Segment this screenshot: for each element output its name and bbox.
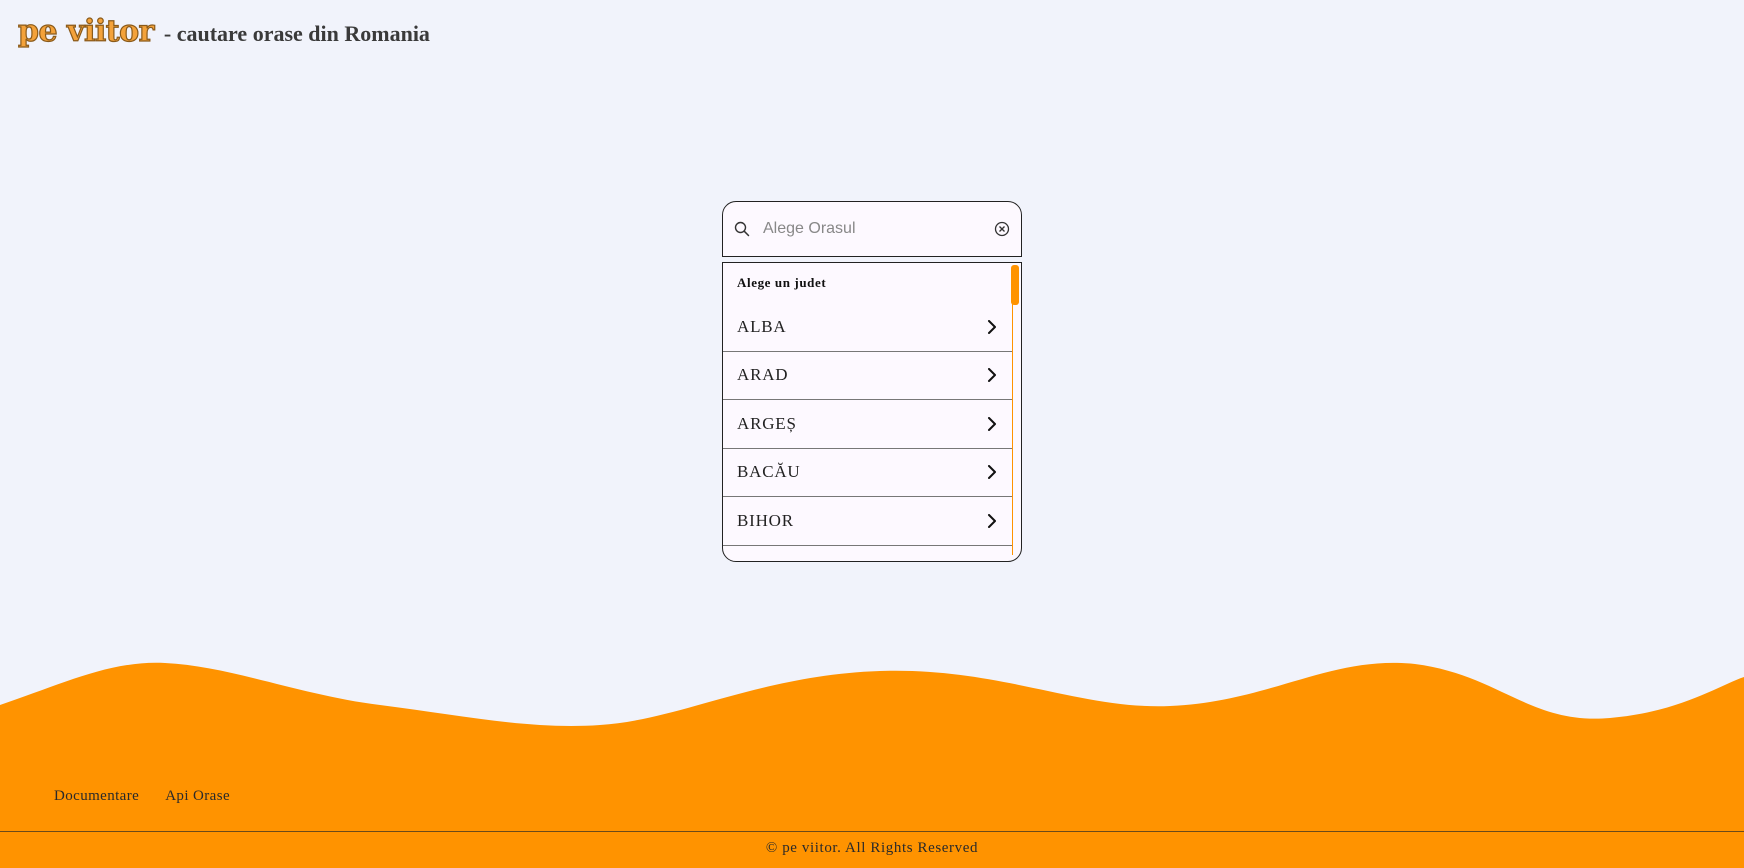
chevron-right-icon: [985, 319, 999, 334]
county-label: ALBA: [737, 316, 787, 336]
county-item-arad[interactable]: ARAD: [723, 352, 1013, 400]
footer-link-api-orase[interactable]: Api Orase: [165, 788, 230, 805]
county-dropdown[interactable]: Alege un judet ALBA ARAD ARGEȘ BACĂU BIH…: [722, 262, 1022, 562]
page: pe viitor - cautare orase din Romania Al…: [0, 0, 1744, 868]
county-label: ARAD: [737, 365, 789, 385]
county-item-bacau[interactable]: BACĂU: [723, 449, 1013, 497]
county-label: BIHOR: [737, 510, 794, 530]
scrollbar-thumb[interactable]: [1011, 265, 1019, 305]
chevron-right-icon: [985, 368, 999, 383]
scrollbar-track[interactable]: [1012, 267, 1019, 555]
county-list: Alege un judet ALBA ARAD ARGEȘ BACĂU BIH…: [723, 263, 1013, 561]
chevron-right-icon: [985, 513, 999, 528]
footer-link-documentare[interactable]: Documentare: [54, 788, 139, 805]
footer-links: Documentare Api Orase: [54, 788, 230, 805]
county-item-alba[interactable]: ALBA: [723, 303, 1013, 352]
county-label: BACĂU: [737, 462, 801, 482]
copyright: © pe viitor. All Rights Reserved: [765, 840, 979, 856]
county-item-partial[interactable]: [723, 546, 1013, 562]
city-search-input[interactable]: [763, 220, 993, 238]
chevron-right-icon: [985, 416, 999, 431]
city-search-box: [722, 201, 1022, 257]
header: pe viitor - cautare orase din Romania: [17, 13, 430, 49]
clear-icon[interactable]: [993, 220, 1011, 238]
county-label: ARGEȘ: [737, 413, 797, 433]
search-icon: [733, 220, 751, 238]
footer: Documentare Api Orase © pe viitor. All R…: [0, 780, 1744, 868]
county-item-arges[interactable]: ARGEȘ: [723, 400, 1013, 449]
county-item-bihor[interactable]: BIHOR: [723, 497, 1013, 546]
dropdown-heading: Alege un judet: [737, 275, 827, 290]
logo[interactable]: pe viitor: [17, 13, 155, 49]
footer-divider: [0, 831, 1744, 832]
page-title: - cautare orase din Romania: [163, 21, 430, 46]
chevron-right-icon: [985, 465, 999, 480]
